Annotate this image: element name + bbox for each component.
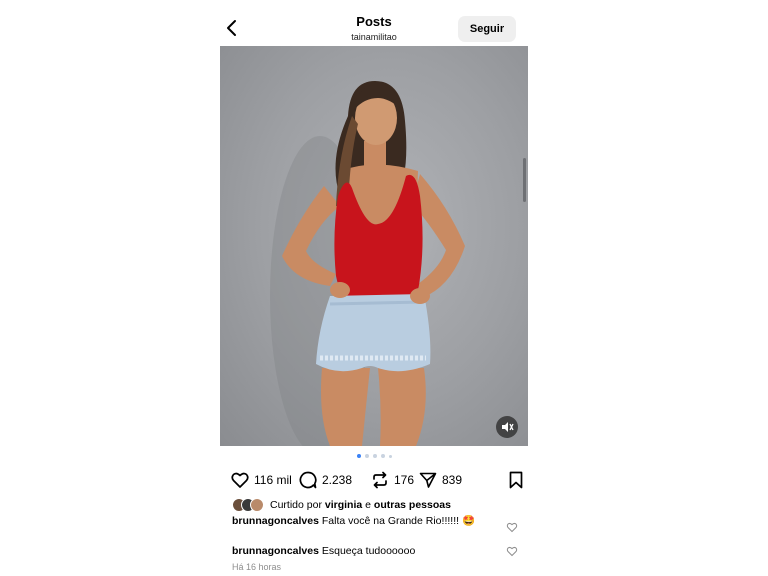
carousel-dot-active: [356, 454, 361, 458]
comment-text: Esqueça tudoooooo: [321, 545, 416, 557]
repost-button[interactable]: 176: [370, 470, 414, 490]
comment-button[interactable]: 2.238: [298, 470, 352, 490]
comment-like-heart-icon[interactable]: [506, 545, 518, 557]
liked-by-user[interactable]: virginia: [325, 499, 362, 511]
repost-icon: [373, 471, 387, 489]
action-bar: 116 mil 2.238 176 839: [230, 470, 526, 490]
post-timestamp: Há 16 horas: [232, 562, 282, 572]
heart-icon: [231, 472, 249, 488]
carousel-indicator: [220, 454, 528, 462]
carousel-dot: [380, 454, 385, 458]
comment-author[interactable]: brunnagoncalves: [232, 545, 319, 557]
comment-item: brunnagoncalves Falta você na Grande Rio…: [232, 515, 502, 528]
comment-count: 2.238: [322, 473, 353, 487]
like-count: 116 mil: [254, 473, 292, 487]
liked-by-row[interactable]: Curtido por virginia e outras pessoas: [232, 497, 522, 513]
scrollbar-thumb[interactable]: [523, 158, 526, 202]
comment-like-heart-icon[interactable]: [506, 521, 518, 533]
liked-by-prefix: Curtido por: [270, 499, 322, 511]
header-bar: Posts tainamilitao Seguir: [220, 0, 528, 46]
speaker-muted-icon[interactable]: [496, 416, 518, 438]
share-button[interactable]: 839: [418, 470, 462, 490]
comment-item: brunnagoncalves Esqueça tudoooooo: [232, 545, 502, 558]
page-title: Posts: [356, 14, 392, 29]
save-button[interactable]: [508, 470, 524, 490]
liked-by-connector: e: [365, 499, 371, 511]
username-label[interactable]: tainamilitao: [330, 31, 418, 43]
liked-by-others[interactable]: outras pessoas: [374, 499, 451, 511]
header-title-block: Posts tainamilitao: [330, 14, 418, 43]
chevron-left-icon[interactable]: [224, 17, 240, 39]
repost-count: 176: [394, 473, 415, 487]
liker-avatars: [232, 498, 268, 512]
carousel-dot: [372, 454, 377, 458]
comment-author[interactable]: brunnagoncalves: [232, 515, 319, 527]
follow-button[interactable]: Seguir: [458, 16, 516, 42]
like-button[interactable]: 116 mil: [230, 470, 292, 490]
avatar: [250, 498, 264, 512]
comment-icon: [299, 471, 317, 489]
post-photo-illustration: [270, 81, 465, 446]
post-image[interactable]: [220, 46, 528, 446]
post-screen: Posts tainamilitao Seguir 116 mil 2.238 …: [220, 0, 528, 576]
share-count: 839: [442, 473, 463, 487]
send-icon: [419, 472, 437, 488]
bookmark-icon: [509, 471, 523, 489]
carousel-dot: [388, 454, 392, 458]
comment-text: Falta você na Grande Rio!!!!!! 🤩: [321, 515, 476, 527]
carousel-dot: [364, 454, 369, 458]
